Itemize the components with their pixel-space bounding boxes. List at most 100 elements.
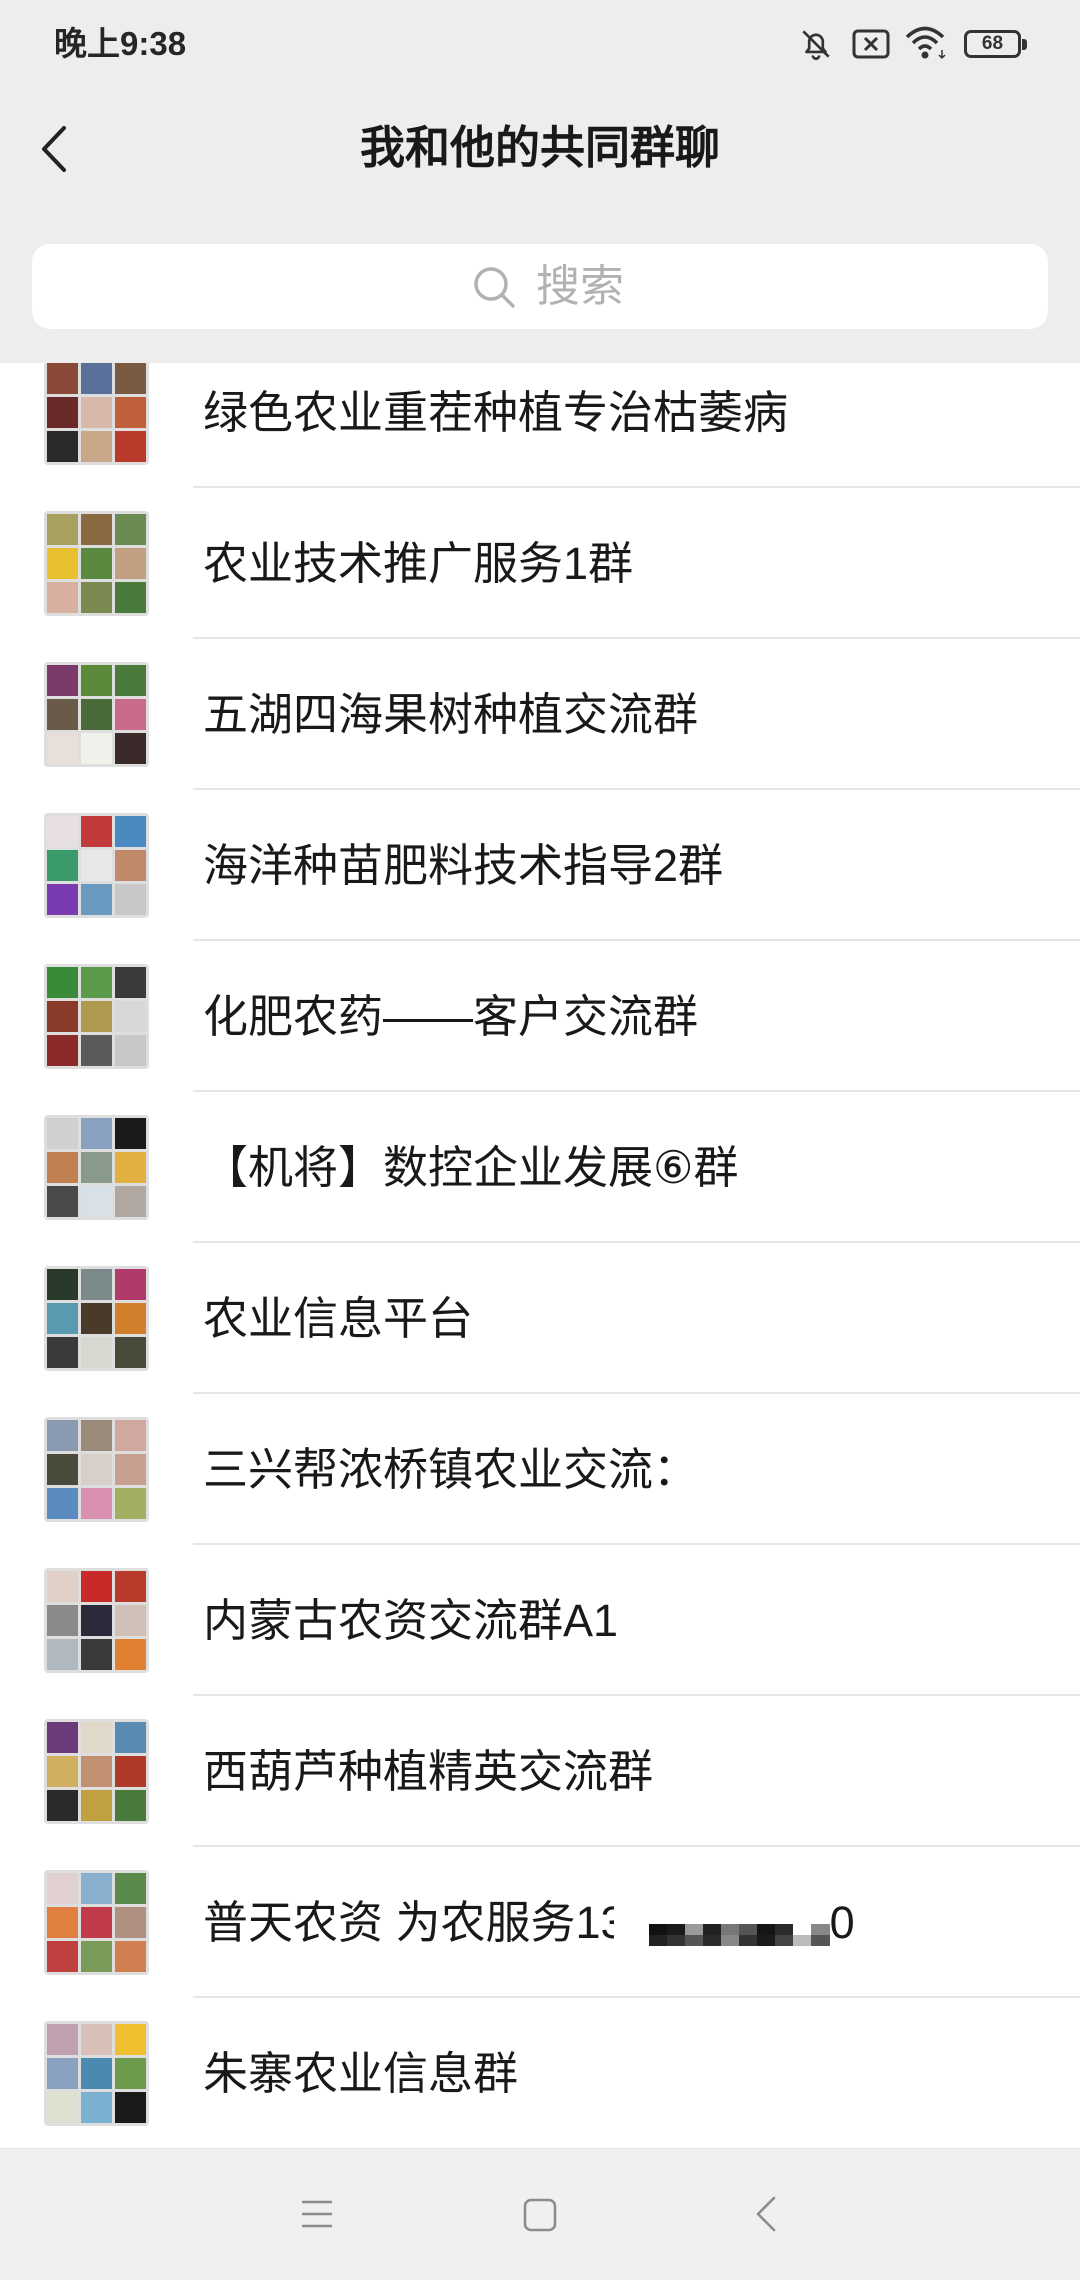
group-list-item[interactable]: 农业信息平台	[0, 1243, 1080, 1394]
avatar-tile	[81, 1001, 112, 1032]
avatar-tile	[47, 967, 78, 998]
avatar-tile	[115, 431, 146, 462]
common-group-list[interactable]: 绿色农业重茬种植专治枯萎病 农业技术推广服务1群 五湖四海果树种植交流群 海洋种…	[0, 363, 1080, 2148]
search-bar[interactable]: 搜索	[32, 244, 1048, 329]
avatar-tile	[115, 1605, 146, 1636]
avatar-tile	[81, 548, 112, 579]
group-name: 西葫芦种植精英交流群	[203, 1746, 654, 1797]
group-name: 【机将】数控企业发展⑥群	[203, 1142, 739, 1193]
avatar-tile	[115, 733, 146, 764]
mosaic-cell	[648, 1935, 667, 1947]
page-title: 我和他的共同群聊	[359, 122, 720, 173]
common-group-list-content: 绿色农业重茬种植专治枯萎病 农业技术推广服务1群 五湖四海果树种植交流群 海洋种…	[0, 363, 1080, 2148]
avatar-tile	[81, 1941, 112, 1972]
avatar-tile	[81, 1790, 112, 1821]
avatar-tile	[47, 1035, 78, 1066]
avatar-tile	[115, 1454, 146, 1485]
group-list-item[interactable]: 五湖四海果树种植交流群	[0, 639, 1080, 790]
avatar-tile	[81, 2024, 112, 2055]
avatar-tile	[47, 1118, 78, 1149]
avatar-tile	[115, 850, 146, 881]
mosaic-cell	[793, 1935, 812, 1947]
mosaic-cell	[757, 1935, 776, 1947]
redaction-mosaic	[613, 1902, 830, 1951]
group-list-item[interactable]: 西葫芦种植精英交流群	[0, 1696, 1080, 1847]
avatar-tile	[47, 1152, 78, 1183]
avatar-tile	[81, 1152, 112, 1183]
avatar-tile	[81, 397, 112, 428]
avatar-tile	[47, 733, 78, 764]
avatar-tile	[115, 884, 146, 915]
group-avatar	[44, 1115, 149, 1220]
avatar-tile	[115, 363, 146, 394]
avatar-tile	[47, 816, 78, 847]
avatar-tile	[47, 1639, 78, 1670]
avatar-tile	[47, 2092, 78, 2123]
group-list-item[interactable]: 朱寨农业信息群	[0, 1998, 1080, 2148]
mosaic-cell	[757, 1924, 776, 1936]
avatar-tile	[81, 1035, 112, 1066]
mosaic-cell	[666, 1935, 685, 1947]
avatar-tile	[115, 2092, 146, 2123]
group-name: 普天农资 为农服务13 0	[203, 1847, 855, 1998]
avatar-tile	[47, 2058, 78, 2089]
avatar-tile	[47, 1488, 78, 1519]
avatar-tile	[115, 1907, 146, 1938]
header-bar: 我和他的共同群聊	[0, 87, 1080, 237]
wifi-icon	[904, 24, 948, 62]
avatar-tile	[115, 1639, 146, 1670]
avatar-tile	[81, 967, 112, 998]
mosaic-cell	[811, 1924, 830, 1936]
avatar-tile	[47, 1941, 78, 1972]
avatar-tile	[47, 1790, 78, 1821]
group-list-item[interactable]: 三兴帮浓桥镇农业交流：	[0, 1394, 1080, 1545]
group-list-item[interactable]: 内蒙古农资交流群A1	[0, 1545, 1080, 1696]
group-list-item[interactable]: 普天农资 为农服务13 0	[0, 1847, 1080, 1998]
battery-tip	[1022, 39, 1027, 50]
avatar-tile	[81, 1303, 112, 1334]
avatar-tile	[81, 1488, 112, 1519]
group-list-item[interactable]: 绿色农业重茬种植专治枯萎病	[0, 363, 1080, 488]
avatar-tile	[81, 2058, 112, 2089]
avatar-tile	[47, 1186, 78, 1217]
group-name: 五湖四海果树种植交流群	[203, 689, 699, 740]
group-name: 朱寨农业信息群	[203, 2048, 519, 2099]
avatar-tile	[81, 733, 112, 764]
avatar-tile	[81, 1186, 112, 1217]
avatar-tile	[115, 1001, 146, 1032]
mute-icon	[797, 25, 835, 63]
group-avatar	[44, 964, 149, 1069]
avatar-tile	[81, 850, 112, 881]
group-avatar	[44, 1568, 149, 1673]
avatar-tile	[47, 1001, 78, 1032]
menu-icon[interactable]	[300, 2199, 334, 2229]
avatar-tile	[47, 2024, 78, 2055]
mosaic-cell	[739, 1935, 758, 1947]
avatar-tile	[47, 1303, 78, 1334]
avatar-tile	[115, 1035, 146, 1066]
home-icon[interactable]	[523, 2198, 557, 2232]
avatar-tile	[47, 699, 78, 730]
avatar-tile	[115, 1118, 146, 1149]
mosaic-cell	[811, 1935, 830, 1947]
avatar-tile	[115, 1873, 146, 1904]
avatar-tile	[47, 1756, 78, 1787]
back-icon[interactable]	[754, 2195, 778, 2233]
group-name: 海洋种苗肥料技术指导2群	[203, 840, 724, 891]
group-avatar	[44, 2021, 149, 2126]
status-time: 晚上9:38	[54, 25, 187, 62]
search-icon	[472, 265, 516, 309]
avatar-tile	[47, 514, 78, 545]
group-list-item[interactable]: 海洋种苗肥料技术指导2群	[0, 790, 1080, 941]
mosaic-cell	[684, 1935, 703, 1947]
group-list-item[interactable]: 【机将】数控企业发展⑥群	[0, 1092, 1080, 1243]
group-list-item[interactable]: 化肥农药——客户交流群	[0, 941, 1080, 1092]
group-avatar	[44, 363, 149, 465]
avatar-tile	[115, 1186, 146, 1217]
avatar-tile	[115, 1420, 146, 1451]
avatar-tile	[115, 514, 146, 545]
avatar-tile	[115, 1303, 146, 1334]
avatar-tile	[81, 1420, 112, 1451]
avatar-tile	[81, 816, 112, 847]
group-list-item[interactable]: 农业技术推广服务1群	[0, 488, 1080, 639]
